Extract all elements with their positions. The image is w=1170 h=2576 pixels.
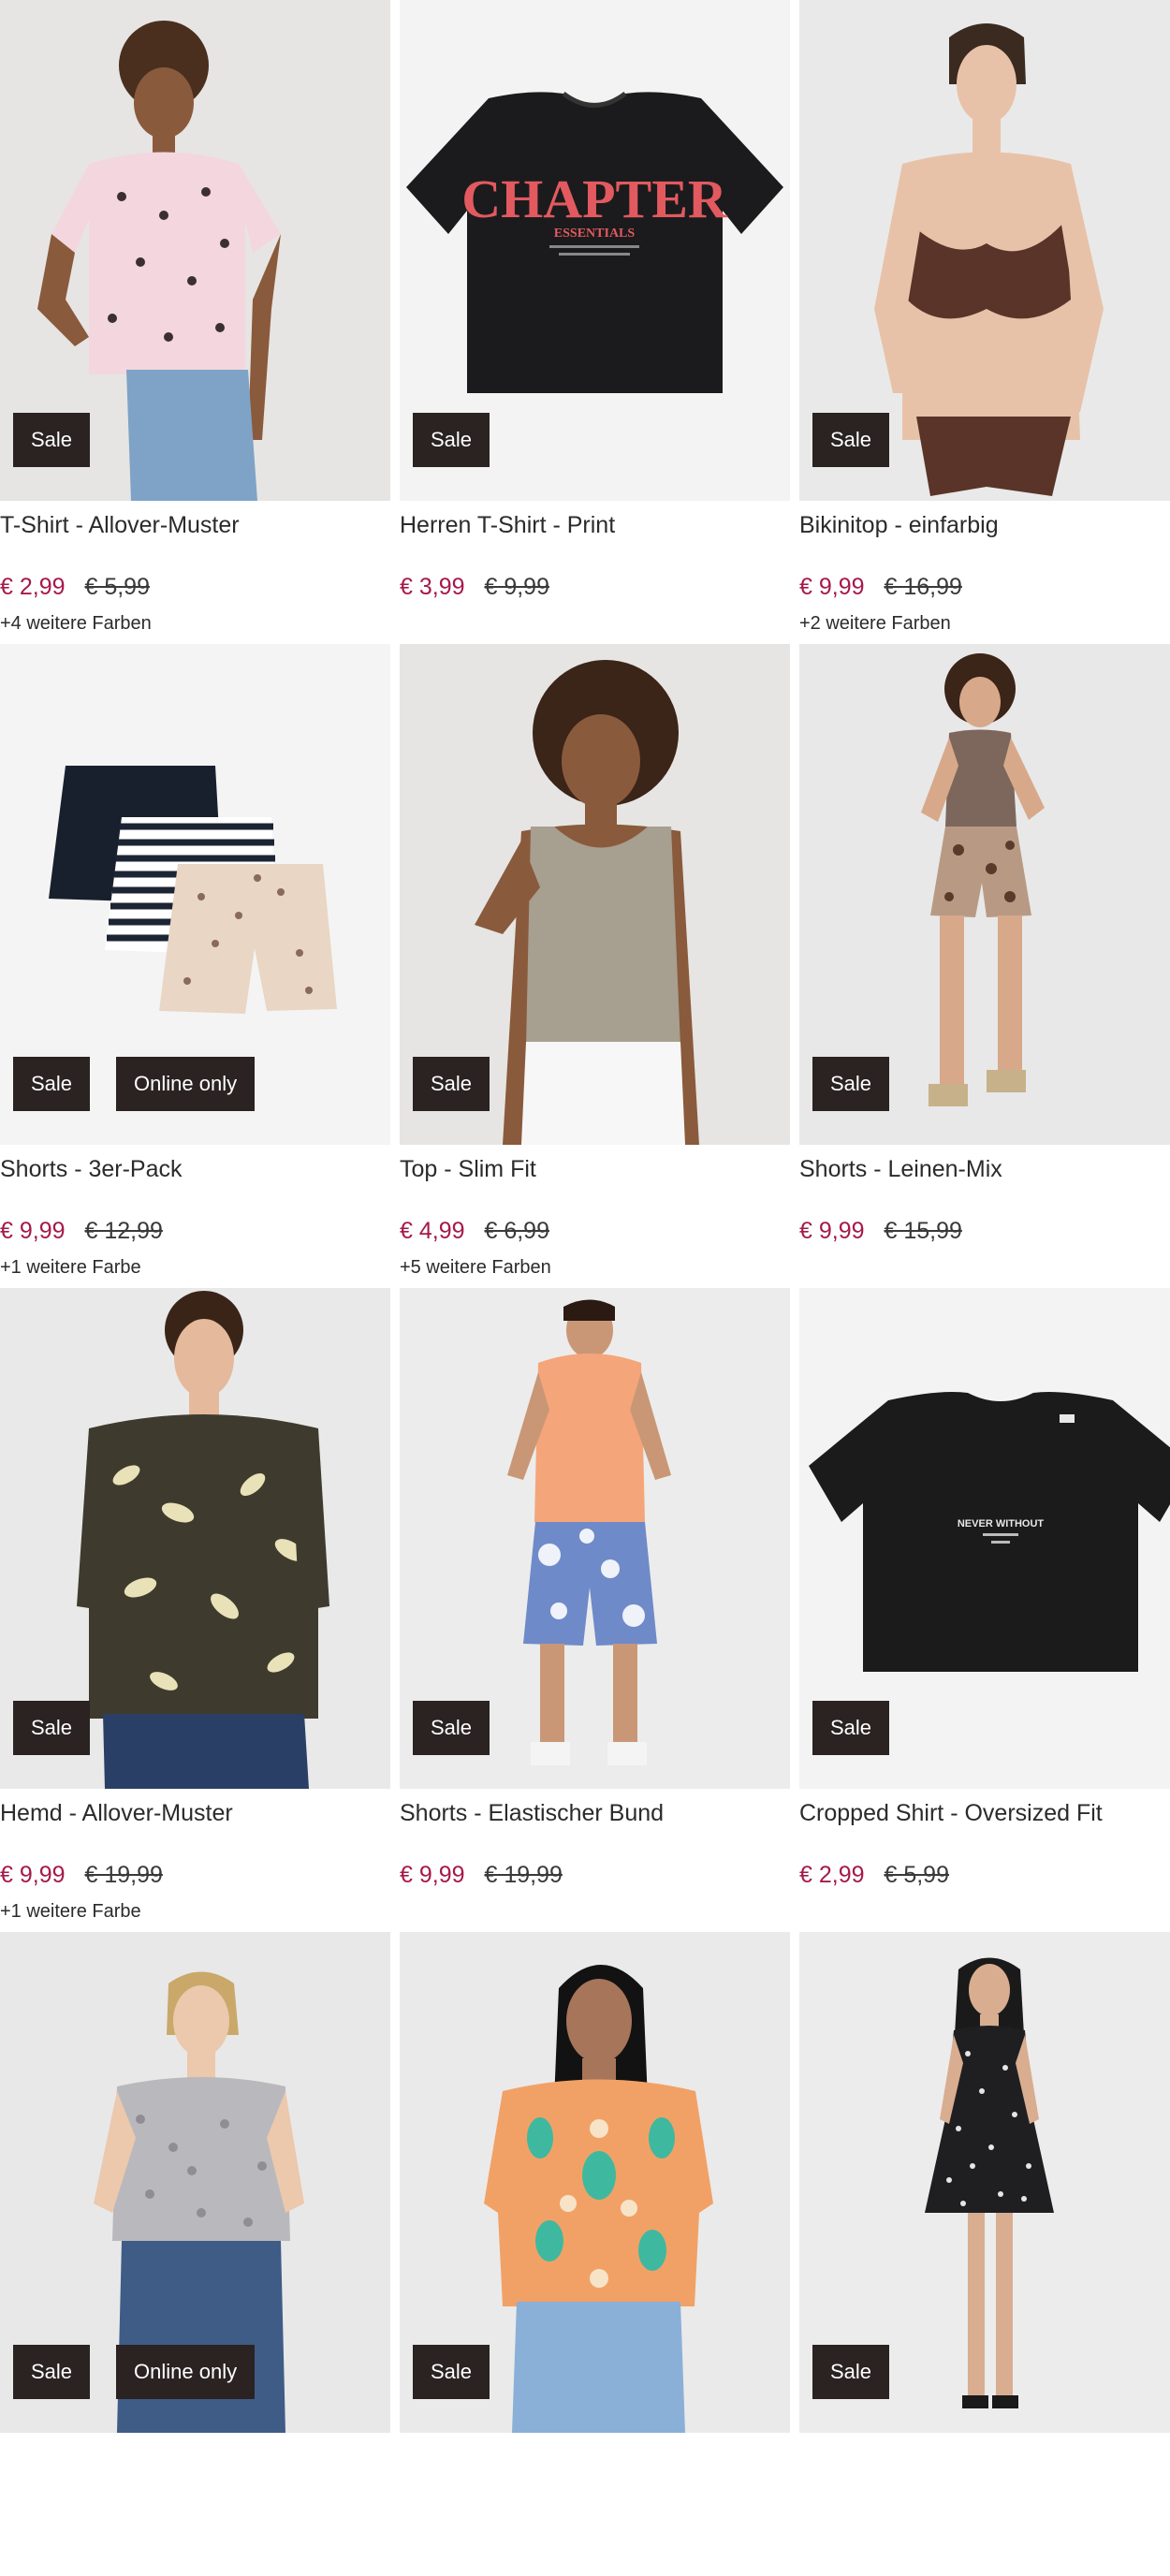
- badge-list: Sale: [413, 1057, 490, 1111]
- product-card[interactable]: Sale T-Shirt - Allover-Muster € 2,99 € 5…: [0, 0, 390, 644]
- product-card[interactable]: Sale: [799, 1932, 1170, 2576]
- product-card[interactable]: Sale Online only: [0, 1932, 390, 2576]
- sale-badge: Sale: [812, 1701, 890, 1755]
- price-row: [400, 2505, 413, 2533]
- sale-badge: Sale: [13, 1701, 91, 1755]
- sale-price: € 2,99: [0, 574, 66, 600]
- more-colors-link[interactable]: +1 weitere Farbe: [0, 1900, 141, 1923]
- original-price: € 19,99: [484, 1862, 563, 1888]
- product-image[interactable]: Sale Online only: [0, 644, 390, 1145]
- product-title[interactable]: Top - Slim Fit: [400, 1154, 790, 1184]
- price-row: € 9,99 € 12,99: [0, 1217, 163, 1245]
- badge-list: Sale: [812, 2345, 890, 2399]
- product-image[interactable]: CHAPTER ESSENTIALS Sale: [400, 0, 790, 501]
- sale-price: € 9,99: [799, 1218, 865, 1244]
- product-image[interactable]: Sale: [0, 1288, 390, 1789]
- price-row: € 9,99 € 19,99: [400, 1861, 563, 1889]
- product-image[interactable]: Sale: [0, 0, 390, 501]
- product-card[interactable]: Sale Bikinitop - einfarbig € 9,99 € 16,9…: [799, 0, 1170, 644]
- more-colors-link[interactable]: +5 weitere Farben: [400, 1256, 551, 1279]
- original-price: € 9,99: [484, 574, 549, 600]
- price-row: € 3,99 € 9,99: [400, 573, 549, 601]
- product-card[interactable]: Sale Shorts - Elastischer Bund € 9,99 € …: [400, 1288, 790, 1932]
- product-card[interactable]: NEVER WITHOUT Sale Cropped Shirt - Overs…: [799, 1288, 1170, 1932]
- product-title[interactable]: Shorts - Leinen-Mix: [799, 1154, 1170, 1184]
- product-title[interactable]: Bikinitop - einfarbig: [799, 510, 1170, 540]
- price-row: € 4,99 € 6,99: [400, 1217, 549, 1245]
- product-title[interactable]: Herren T-Shirt - Print: [400, 510, 790, 540]
- sale-price: € 2,99: [799, 1862, 865, 1888]
- original-price: € 12,99: [84, 1218, 163, 1244]
- sale-price: € 9,99: [400, 1862, 465, 1888]
- product-card[interactable]: Sale Top - Slim Fit € 4,99 € 6,99 +5 wei…: [400, 644, 790, 1288]
- product-image[interactable]: Sale Online only: [0, 1932, 390, 2433]
- print-cropped-text: NEVER WITHOUT: [958, 1518, 1045, 1530]
- badge-list: Sale Online only: [13, 2345, 256, 2399]
- badge-list: Sale: [812, 1701, 890, 1755]
- sale-badge: Sale: [413, 1057, 490, 1111]
- product-card[interactable]: CHAPTER ESSENTIALS Sale Herren T-Shirt -…: [400, 0, 790, 644]
- print-chapter-text: CHAPTER: [461, 168, 728, 229]
- sale-badge: Sale: [13, 2345, 91, 2399]
- sale-badge: Sale: [413, 1701, 490, 1755]
- product-card[interactable]: Sale Online only Shorts - 3er-Pack € 9,9…: [0, 644, 390, 1288]
- sale-price: € 3,99: [400, 574, 465, 600]
- sale-price: € 9,99: [0, 1218, 66, 1244]
- original-price: € 5,99: [84, 574, 150, 600]
- product-image[interactable]: NEVER WITHOUT Sale: [799, 1288, 1170, 1789]
- price-row: € 2,99 € 5,99: [0, 573, 150, 601]
- badge-list: Sale: [413, 2345, 490, 2399]
- price-row: [0, 2505, 13, 2533]
- more-colors-link[interactable]: +4 weitere Farben: [0, 612, 152, 635]
- price-row: € 2,99 € 5,99: [799, 1861, 949, 1889]
- original-price: € 19,99: [84, 1862, 163, 1888]
- online-only-badge: Online only: [116, 2345, 256, 2399]
- sale-price: € 9,99: [799, 574, 865, 600]
- more-colors-link[interactable]: +2 weitere Farben: [799, 612, 951, 635]
- product-grid: Sale T-Shirt - Allover-Muster € 2,99 € 5…: [0, 0, 1170, 2576]
- more-colors-link[interactable]: +1 weitere Farbe: [0, 1256, 141, 1279]
- badge-list: Sale Online only: [13, 1057, 256, 1111]
- sale-badge: Sale: [413, 413, 490, 467]
- original-price: € 15,99: [884, 1218, 962, 1244]
- sale-price: € 9,99: [0, 1862, 66, 1888]
- sale-price: € 4,99: [400, 1218, 465, 1244]
- badge-list: Sale: [13, 1701, 91, 1755]
- original-price: € 16,99: [884, 574, 962, 600]
- online-only-badge: Online only: [116, 1057, 256, 1111]
- product-image[interactable]: Sale: [799, 0, 1170, 501]
- print-essentials-text: ESSENTIALS: [554, 227, 636, 241]
- price-row: € 9,99 € 15,99: [799, 1217, 962, 1245]
- sale-badge: Sale: [13, 1057, 91, 1111]
- price-row: € 9,99 € 19,99: [0, 1861, 163, 1889]
- sale-badge: Sale: [413, 2345, 490, 2399]
- badge-list: Sale: [413, 1701, 490, 1755]
- badge-list: Sale: [13, 413, 91, 467]
- price-row: € 9,99 € 16,99: [799, 573, 962, 601]
- product-image[interactable]: Sale: [799, 1932, 1170, 2433]
- sale-badge: Sale: [13, 413, 91, 467]
- price-row: [799, 2505, 812, 2533]
- product-card[interactable]: Sale Hemd - Allover-Muster € 9,99 € 19,9…: [0, 1288, 390, 1932]
- product-title[interactable]: Cropped Shirt - Oversized Fit: [799, 1798, 1170, 1828]
- product-title[interactable]: Hemd - Allover-Muster: [0, 1798, 390, 1828]
- product-title[interactable]: Shorts - Elastischer Bund: [400, 1798, 790, 1828]
- original-price: € 6,99: [484, 1218, 549, 1244]
- product-image[interactable]: Sale: [799, 644, 1170, 1145]
- sale-badge: Sale: [812, 413, 890, 467]
- product-image[interactable]: Sale: [400, 1288, 790, 1789]
- product-image[interactable]: Sale: [400, 1932, 790, 2433]
- product-title[interactable]: T-Shirt - Allover-Muster: [0, 510, 390, 540]
- product-title[interactable]: Shorts - 3er-Pack: [0, 1154, 390, 1184]
- product-image[interactable]: Sale: [400, 644, 790, 1145]
- badge-list: Sale: [812, 1057, 890, 1111]
- sale-badge: Sale: [812, 2345, 890, 2399]
- sale-badge: Sale: [812, 1057, 890, 1111]
- product-card[interactable]: Sale Shorts - Leinen-Mix € 9,99 € 15,99: [799, 644, 1170, 1288]
- badge-list: Sale: [812, 413, 890, 467]
- badge-list: Sale: [413, 413, 490, 467]
- original-price: € 5,99: [884, 1862, 949, 1888]
- product-card[interactable]: Sale: [400, 1932, 790, 2576]
